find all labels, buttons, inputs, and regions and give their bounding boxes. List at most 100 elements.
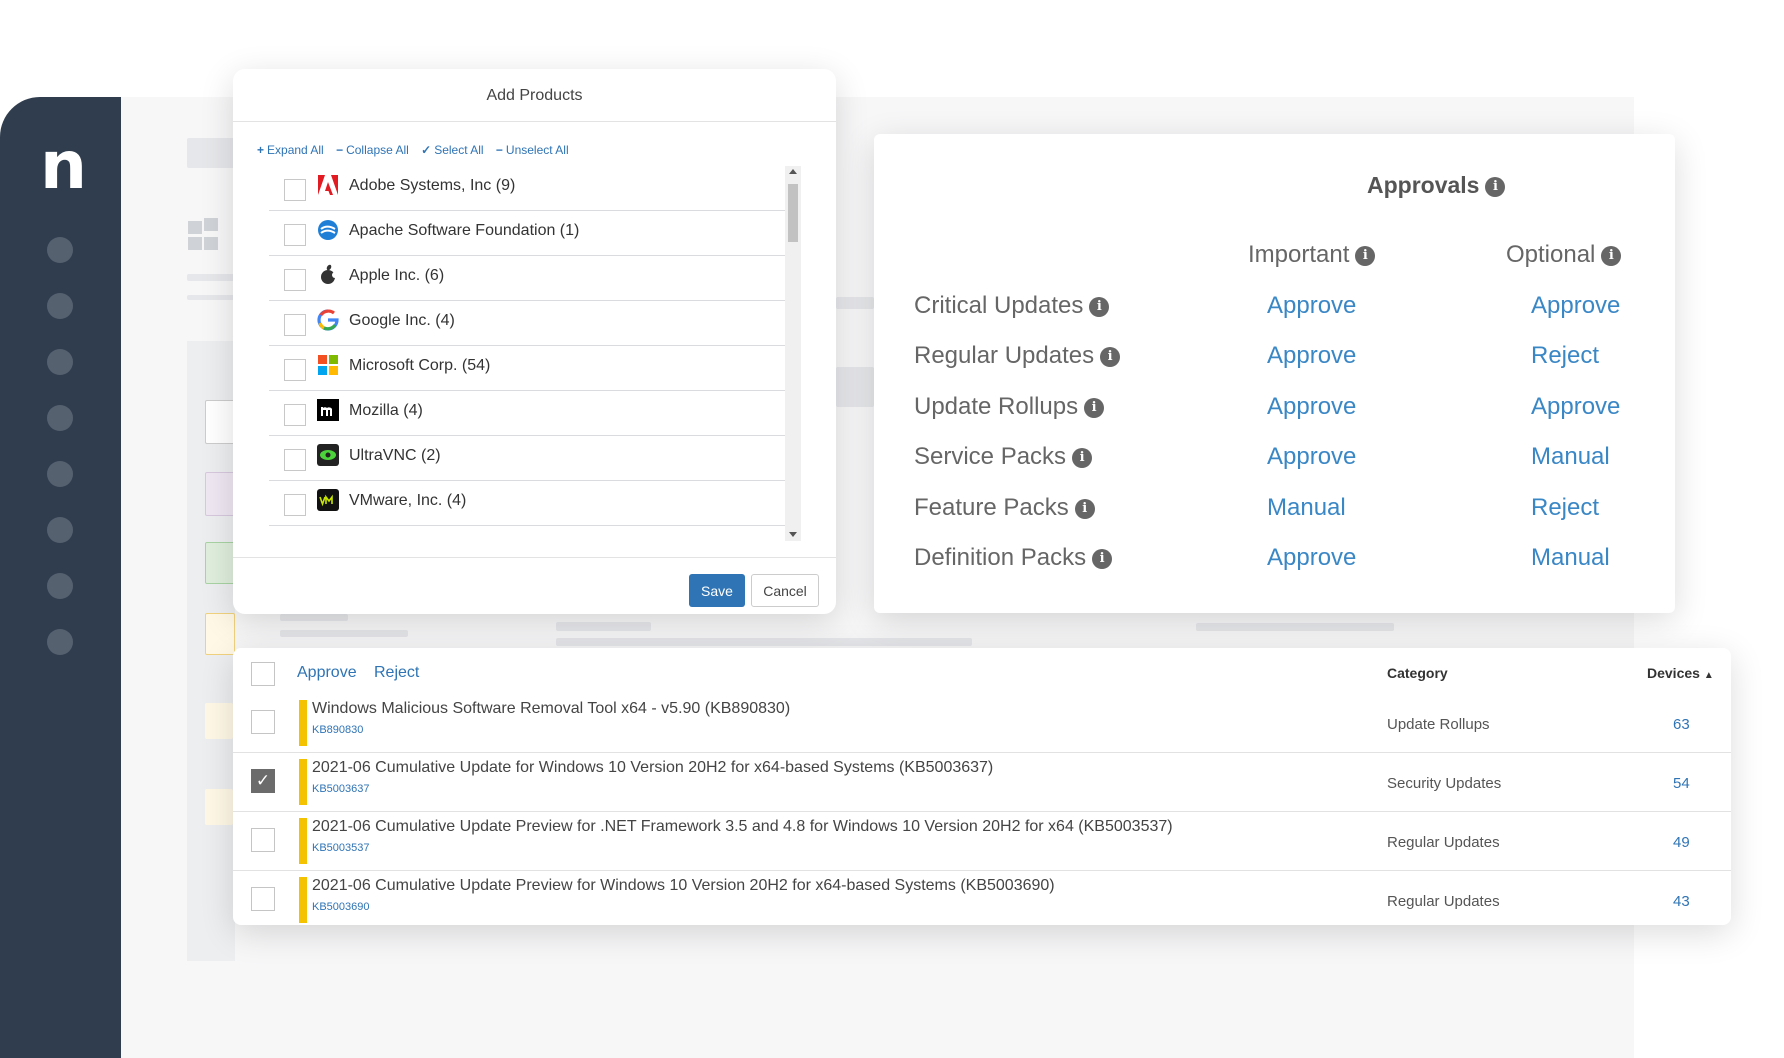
product-name: VMware, Inc. (4) — [349, 492, 467, 509]
product-checkbox[interactable] — [284, 494, 306, 516]
definition-packs-optional-setting[interactable]: Manual — [1531, 544, 1610, 572]
feature-packs-important-setting[interactable]: Manual — [1267, 494, 1346, 522]
product-row[interactable]: Apple Inc. (6) — [269, 256, 785, 301]
bg-thumbnail — [205, 703, 233, 739]
info-icon[interactable]: i — [1092, 548, 1113, 569]
info-icon[interactable]: i — [1485, 176, 1506, 197]
product-checkbox[interactable] — [284, 314, 306, 336]
scroll-up-icon[interactable] — [789, 169, 797, 174]
apple-icon — [317, 264, 339, 286]
feature-packs-optional-setting[interactable]: Reject — [1531, 494, 1599, 522]
column-header-optional: Optional i — [1506, 241, 1622, 269]
sidebar-item-6[interactable] — [47, 517, 73, 543]
sidebar-item-8[interactable] — [47, 629, 73, 655]
service-packs-important-setting[interactable]: Approve — [1267, 443, 1356, 471]
product-checkbox[interactable] — [284, 359, 306, 381]
sidebar-item-5[interactable] — [47, 461, 73, 487]
save-button[interactable]: Save — [689, 574, 745, 607]
critical-optional-setting[interactable]: Approve — [1531, 292, 1620, 320]
update-title: Windows Malicious Software Removal Tool … — [312, 700, 791, 717]
plus-icon: + — [257, 143, 265, 157]
regular-important-setting[interactable]: Approve — [1267, 342, 1356, 370]
device-count-link[interactable]: 49 — [1673, 834, 1690, 851]
kb-link[interactable]: KB5003637 — [312, 783, 370, 795]
device-count-link[interactable]: 54 — [1673, 775, 1690, 792]
service-packs-optional-setting[interactable]: Manual — [1531, 443, 1610, 471]
table-row[interactable]: Windows Malicious Software Removal Tool … — [233, 694, 1731, 752]
collapse-all-button[interactable]: − Collapse All — [336, 143, 409, 157]
product-checkbox[interactable] — [284, 269, 306, 291]
scrollbar-thumb[interactable] — [788, 184, 798, 242]
row-checkbox-checked[interactable]: ✓ — [251, 769, 275, 793]
table-row[interactable]: 2021-06 Cumulative Update Preview for Wi… — [233, 870, 1731, 929]
critical-important-setting[interactable]: Approve — [1267, 292, 1356, 320]
rollups-optional-setting[interactable]: Approve — [1531, 393, 1620, 421]
bg-thumbnail — [205, 613, 235, 655]
device-count-link[interactable]: 43 — [1673, 893, 1690, 910]
adobe-icon — [317, 174, 339, 196]
row-checkbox[interactable] — [251, 887, 275, 911]
info-icon[interactable]: i — [1084, 397, 1105, 418]
row-checkbox[interactable] — [251, 828, 275, 852]
info-icon[interactable]: i — [1074, 498, 1095, 519]
product-row[interactable]: VMware, Inc. (4) — [269, 481, 785, 526]
table-row[interactable]: 2021-06 Cumulative Update Preview for .N… — [233, 811, 1731, 870]
sort-ascending-icon: ▲ — [1703, 670, 1714, 681]
bulk-approve-link[interactable]: Approve — [297, 664, 357, 682]
expand-all-button[interactable]: + Expand All — [257, 143, 324, 157]
product-checkbox[interactable] — [284, 404, 306, 426]
cancel-button[interactable]: Cancel — [751, 574, 819, 607]
info-icon[interactable]: i — [1355, 245, 1376, 266]
product-checkbox[interactable] — [284, 449, 306, 471]
bulk-reject-link[interactable]: Reject — [374, 664, 419, 682]
row-checkbox[interactable] — [251, 710, 275, 734]
bg-thumbnail — [205, 400, 235, 444]
product-row[interactable]: Adobe Systems, Inc (9) — [269, 166, 785, 211]
info-icon[interactable]: i — [1089, 296, 1110, 317]
product-row[interactable]: UltraVNC (2) — [269, 436, 785, 481]
product-row[interactable]: Apache Software Foundation (1) — [269, 211, 785, 256]
product-row[interactable]: Microsoft Corp. (54) — [269, 346, 785, 391]
kb-link[interactable]: KB5003537 — [312, 842, 370, 854]
devices-column-header[interactable]: Devices ▲ — [1647, 665, 1714, 681]
product-row[interactable]: Google Inc. (4) — [269, 301, 785, 346]
dialog-title: Add Products — [233, 69, 836, 122]
category-column-header[interactable]: Category — [1387, 665, 1448, 681]
sidebar-item-3[interactable] — [47, 349, 73, 375]
sidebar-item-7[interactable] — [47, 573, 73, 599]
product-row[interactable]: Mozilla (4) — [269, 391, 785, 436]
sidebar-item-4[interactable] — [47, 405, 73, 431]
row-label-definition-packs: Definition Packs i — [914, 544, 1113, 572]
sidebar-item-2[interactable] — [47, 293, 73, 319]
scroll-down-icon[interactable] — [789, 532, 797, 537]
bg-placeholder — [836, 297, 874, 309]
regular-optional-setting[interactable]: Reject — [1531, 342, 1599, 370]
info-icon[interactable]: i — [1601, 245, 1622, 266]
kb-link[interactable]: KB890830 — [312, 724, 363, 736]
info-icon[interactable]: i — [1072, 447, 1093, 468]
mozilla-icon — [317, 399, 339, 421]
approvals-panel: Approvals i Important i Optional i Critical… — [874, 134, 1675, 613]
bg-thumbnail — [205, 542, 235, 584]
product-name: Google Inc. (4) — [349, 312, 455, 329]
select-all-checkbox[interactable] — [251, 662, 275, 686]
table-row[interactable]: ✓ 2021-06 Cumulative Update for Windows … — [233, 752, 1731, 811]
product-checkbox[interactable] — [284, 179, 306, 201]
kb-link[interactable]: KB5003690 — [312, 901, 370, 913]
device-count-link[interactable]: 63 — [1673, 716, 1690, 733]
product-list-scrollbar[interactable] — [785, 166, 801, 541]
sidebar-item-1[interactable] — [47, 237, 73, 263]
unselect-all-button[interactable]: − Unselect All — [496, 143, 569, 157]
check-icon: ✓ — [421, 143, 432, 157]
product-checkbox[interactable] — [284, 224, 306, 246]
product-name: UltraVNC (2) — [349, 447, 441, 464]
info-icon[interactable]: i — [1100, 346, 1121, 367]
select-all-button[interactable]: ✓ Select All — [421, 143, 483, 157]
update-category: Security Updates — [1387, 775, 1502, 792]
update-title: 2021-06 Cumulative Update Preview for Wi… — [312, 877, 1055, 894]
definition-packs-important-setting[interactable]: Approve — [1267, 544, 1356, 572]
product-name: Apple Inc. (6) — [349, 267, 445, 284]
approvals-title: Approvals i — [1367, 172, 1506, 199]
rollups-important-setting[interactable]: Approve — [1267, 393, 1356, 421]
apache-icon — [317, 219, 339, 241]
